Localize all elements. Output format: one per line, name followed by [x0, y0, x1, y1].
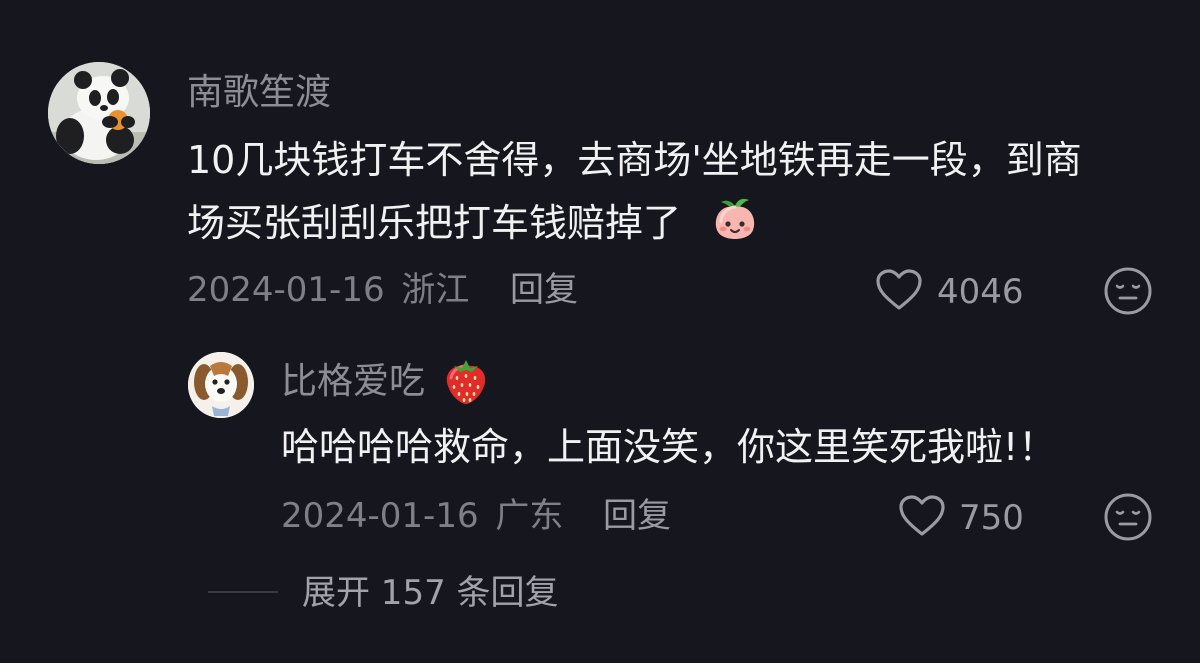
peach-smile-emoji-icon [709, 194, 761, 246]
reply-text: 哈哈哈哈救命，上面没笑，你这里笑死我啦!！ [281, 425, 1057, 469]
comment-username[interactable]: 南歌笙渡 [187, 73, 331, 113]
neutral-face-reaction-icon[interactable] [1103, 492, 1153, 542]
reply-avatar[interactable] [188, 352, 254, 418]
beagle-avatar-image [188, 352, 254, 418]
reply-username: 比格爱吃 [281, 362, 425, 402]
panda-avatar-image [48, 62, 150, 164]
expand-replies-button[interactable]: 展开 157 条回复 [302, 573, 559, 613]
reply-meta: 2024-01-16 广东 [281, 496, 563, 536]
reply-item: 比格爱吃 哈哈哈哈救命，上面没笑，你这里笑死我啦!！ 2024-01-16 广东… [0, 330, 1200, 550]
comment-reply-button[interactable]: 回复 [510, 270, 578, 310]
comment-text-line-2: 场买张刮刮乐把打车钱赔掉了 [187, 194, 681, 252]
avatar[interactable] [48, 62, 150, 164]
comment-date: 2024-01-16 [187, 270, 385, 310]
heart-icon[interactable] [875, 268, 923, 312]
comment-text-line-2-text: 场买张刮刮乐把打车钱赔掉了 [187, 201, 682, 245]
comment-text-line-1: 10几块钱打车不舍得，去商场'坐地铁再走一段，到商 [187, 138, 1082, 182]
neutral-face-reaction-icon[interactable] [1103, 266, 1153, 316]
comment-meta: 2024-01-16 浙江 [187, 270, 469, 310]
comment-location: 浙江 [401, 270, 470, 310]
reply-like-count: 750 [959, 498, 1024, 538]
reply-username-text[interactable]: 比格爱吃 [281, 361, 425, 402]
expand-divider [208, 591, 278, 593]
comment-item: 南歌笙渡 10几块钱打车不舍得，去商场'坐地铁再走一段，到商 场买张刮刮乐把打车… [0, 0, 1200, 330]
heart-icon[interactable] [898, 494, 946, 538]
reply-date: 2024-01-16 [281, 496, 479, 536]
comment-like-count: 4046 [937, 272, 1024, 312]
reply-location: 广东 [495, 496, 564, 536]
reply-reply-button[interactable]: 回复 [603, 496, 671, 536]
strawberry-icon [442, 354, 490, 406]
